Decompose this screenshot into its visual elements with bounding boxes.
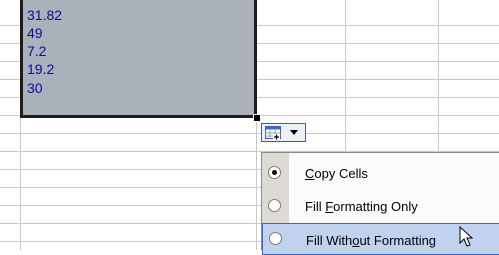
radio-icon xyxy=(268,199,281,212)
cell-value: 19.2 xyxy=(27,61,55,77)
cell-value: 49 xyxy=(27,25,43,41)
mouse-pointer-icon xyxy=(459,226,474,247)
fill-handle[interactable] xyxy=(253,114,261,122)
menu-item-label: Fill Without Formatting xyxy=(306,233,437,248)
menu-item-label: Copy Cells xyxy=(305,166,368,181)
radio-selected-icon xyxy=(268,166,281,179)
radio-icon xyxy=(269,232,282,245)
menu-item-fill-formatting-only[interactable]: Fill Formatting Only xyxy=(262,190,499,222)
auto-fill-options-button[interactable] xyxy=(261,123,306,142)
dropdown-arrow-icon xyxy=(290,130,298,135)
cell-value: 30 xyxy=(27,80,43,96)
menu-item-label: Fill Formatting Only xyxy=(305,199,418,214)
cell-value: 31.82 xyxy=(27,7,63,23)
paste-options-icon xyxy=(265,126,281,140)
cell-value: 7.2 xyxy=(27,43,47,59)
menu-item-copy-cells[interactable]: Copy Cells xyxy=(262,157,499,189)
